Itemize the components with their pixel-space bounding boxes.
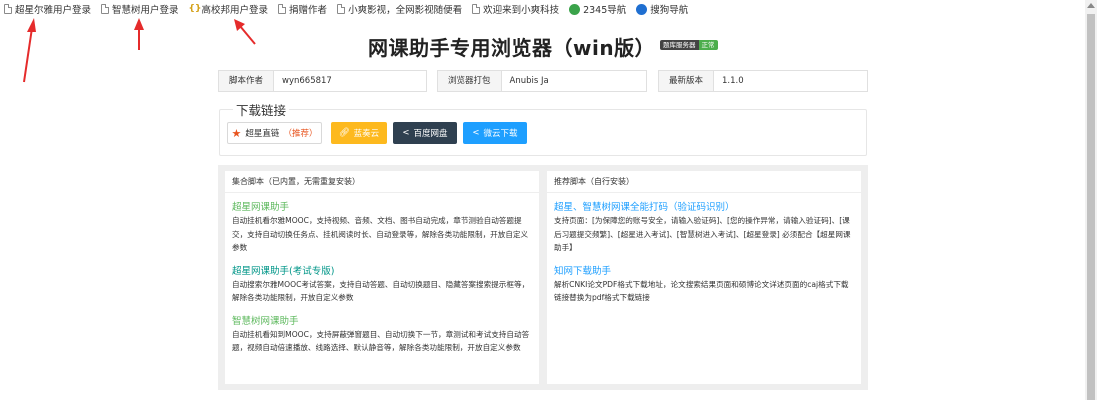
script-description: 自动挂机看知到MOOC，支持屏蔽弹窗题目、自动切换下一节，章测试和考试支持自动答… xyxy=(232,329,530,353)
red-arrow-head xyxy=(134,18,144,30)
red-arrow-head xyxy=(27,18,36,32)
link-icon: 🔗︎ xyxy=(338,128,350,138)
info-key: 脚本作者 xyxy=(219,71,275,91)
download-legend: 下载链接 xyxy=(233,100,290,119)
red-arrow-3 xyxy=(239,25,256,45)
script-description: 支持页面：[为保障您的账号安全，请输入验证码]、[您的操作异常，请输入验证码]、… xyxy=(554,216,851,252)
bookmark-label: 搜狗导航 xyxy=(650,5,689,16)
script-description: 自动挂机看尔雅MOOC，支持视频、音频、文档、图书自动完成，章节测验自动答题提交… xyxy=(232,216,529,252)
browser-page: 超星尔雅用户登录 智慧树用户登录 {} 高校邦用户登录 捐赠作者 小爽影视，全网… xyxy=(0,0,1097,400)
script-title-link[interactable]: 超星网课助手 xyxy=(232,201,532,214)
button-label: 百度网盘 xyxy=(413,129,448,139)
chaoxing-direct-link-button[interactable]: ★ 超星直链 （推荐） xyxy=(227,122,322,144)
bookmark-xiaoshuang-tech[interactable]: 欢迎来到小爽科技 xyxy=(468,2,565,16)
badge-label: 题库服务器 xyxy=(660,40,699,50)
page-icon xyxy=(337,4,346,14)
bookmark-label: 欢迎来到小爽科技 xyxy=(483,5,560,16)
server-status-badge: 题库服务器 正常 xyxy=(660,40,718,50)
star-icon: ★ xyxy=(231,126,242,140)
script-entry: 知网下载助手 解析CNKI论文PDF格式下载地址，论文搜索结果页面和硕博论文详述… xyxy=(547,265,861,305)
script-entry: 超星、智慧树网课全能打码（验证码识别） 支持页面：[为保障您的账号安全，请输入验… xyxy=(547,201,861,255)
vertical-scrollbar[interactable] xyxy=(1085,0,1097,400)
bundled-scripts-panel: 集合脚本（已内置，无需重复安装） 超星网课助手 自动挂机看尔雅MOOC，支持视频… xyxy=(225,171,539,384)
page-title: 网课助手专用浏览器（win版） xyxy=(368,36,656,60)
info-value: Anubis Ja xyxy=(509,76,549,86)
panel-header: 集合脚本（已内置，无需重复安装） xyxy=(225,171,539,193)
badge-status: 正常 xyxy=(698,40,718,50)
bookmark-label: 小爽影视，全网影视随便看 xyxy=(348,5,463,16)
baidu-pan-button[interactable]: < 百度网盘 xyxy=(393,122,457,144)
bookmark-label: 2345导航 xyxy=(583,5,627,16)
scrollbar-thumb[interactable] xyxy=(1087,14,1095,400)
script-entry: 超星网课助手(考试专版) 自动搜索尔雅MOOC考试答案，支持自动答题、自动切换题… xyxy=(225,265,539,305)
page-icon xyxy=(472,4,481,14)
lanzou-button[interactable]: 🔗︎ 蓝奏云 xyxy=(331,122,387,144)
script-title-link[interactable]: 超星网课助手(考试专版) xyxy=(232,265,532,278)
info-key: 浏览器打包 xyxy=(438,71,502,91)
scripts-panels: 集合脚本（已内置，无需重复安装） 超星网课助手 自动挂机看尔雅MOOC，支持视频… xyxy=(218,165,868,390)
info-key: 最新版本 xyxy=(659,71,715,91)
script-title-link[interactable]: 知网下载助手 xyxy=(554,265,854,278)
script-entry: 智慧树网课助手 自动挂机看知到MOOC，支持屏蔽弹窗题目、自动切换下一节，章测试… xyxy=(225,315,539,355)
script-description: 解析CNKI论文PDF格式下载地址，论文搜索结果页面和硕博论文详述页面的caj格… xyxy=(554,279,849,303)
info-value: wyn665817 xyxy=(282,76,332,86)
button-label: 超星直链 xyxy=(245,129,280,139)
script-title-link[interactable]: 智慧树网课助手 xyxy=(232,315,532,328)
bookmark-xiaoshuang-video[interactable]: 小爽影视，全网影视随便看 xyxy=(333,2,468,16)
button-label: 微云下载 xyxy=(483,129,518,139)
info-author: 脚本作者 wyn665817 xyxy=(218,70,427,92)
share-icon: < xyxy=(402,128,410,138)
bookmark-2345-nav[interactable]: 2345导航 xyxy=(565,2,632,16)
panel-header: 推荐脚本（自行安装） xyxy=(547,171,861,193)
script-description: 自动搜索尔雅MOOC考试答案，支持自动答题、自动切换题目、隐藏答案搜索提示框等，… xyxy=(232,279,530,303)
recommend-label: （推荐） xyxy=(283,129,318,139)
weiyun-button[interactable]: < 微云下载 xyxy=(463,122,527,144)
share-icon: < xyxy=(472,128,480,138)
button-label: 蓝奏云 xyxy=(353,129,380,139)
script-title-link[interactable]: 超星、智慧树网课全能打码（验证码识别） xyxy=(554,201,854,214)
info-packager: 浏览器打包 Anubis Ja xyxy=(437,70,647,92)
sogou-icon xyxy=(636,3,648,15)
info-version: 最新版本 1.1.0 xyxy=(658,70,868,92)
scroll-up-arrow-icon[interactable] xyxy=(1087,3,1095,8)
red-arrow-1 xyxy=(23,27,33,83)
info-value: 1.1.0 xyxy=(722,76,744,86)
bookmark-sogou-nav[interactable]: 搜狗导航 xyxy=(632,2,694,16)
script-entry: 超星网课助手 自动挂机看尔雅MOOC，支持视频、音频、文档、图书自动完成，章节测… xyxy=(225,201,539,255)
nav-icon xyxy=(569,3,581,15)
recommended-scripts-panel: 推荐脚本（自行安装） 超星、智慧树网课全能打码（验证码识别） 支持页面：[为保障… xyxy=(547,171,861,384)
